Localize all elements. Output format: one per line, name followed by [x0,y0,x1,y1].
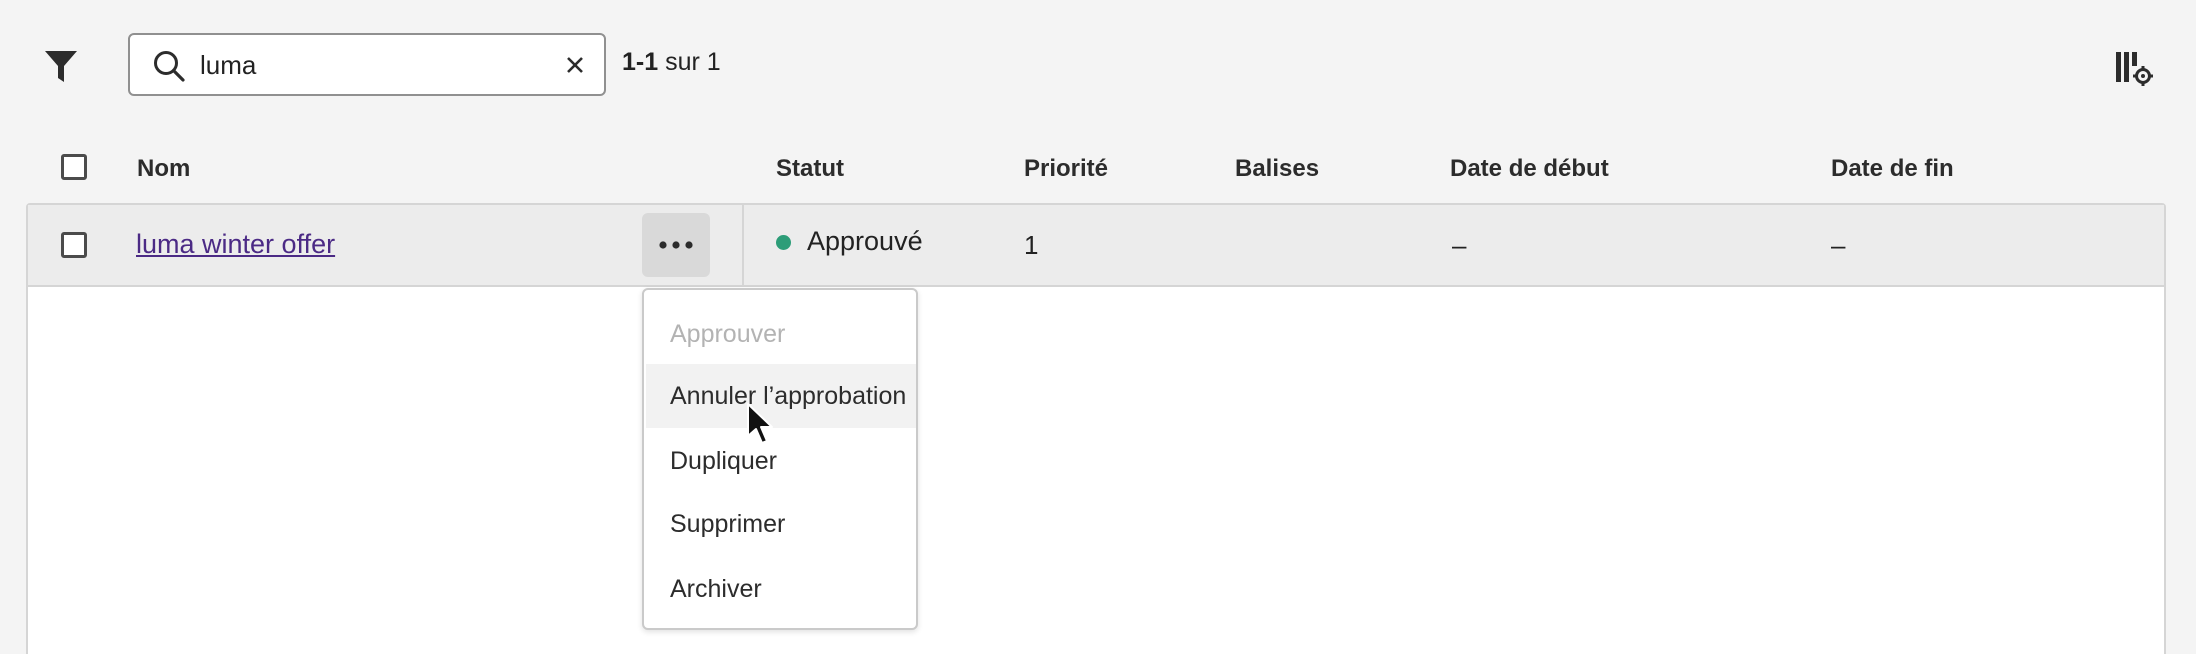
clear-search-icon[interactable] [564,54,586,76]
column-header-end-date[interactable]: Date de fin [1831,155,1954,183]
start-date-value: – [1452,230,1467,260]
priority-value: 1 [1024,230,1039,260]
menu-item-approve: Approuver [670,320,786,348]
menu-item-delete[interactable]: Supprimer [646,492,916,556]
result-count-total: sur 1 [658,48,721,76]
more-actions-button[interactable] [642,213,710,277]
column-header-priority[interactable]: Priorité [1024,155,1108,183]
end-date-value: – [1831,230,1846,260]
menu-item-cancel-approval[interactable]: Annuler l’approbation [646,364,916,428]
menu-item-duplicate[interactable]: Dupliquer [646,429,916,493]
row-checkbox[interactable] [61,232,87,258]
result-count-range: 1-1 [622,48,659,76]
actions-menu: Approuver Annuler l’approbation Duplique… [642,288,918,630]
more-icon [659,241,693,249]
mouse-cursor-icon [747,403,773,444]
search-field[interactable] [128,33,606,96]
result-count: 1-1 sur 1 [622,48,721,77]
offers-page: 1-1 sur 1 Nom Statut Priorité Balises Da… [0,0,2196,654]
search-icon [154,51,185,82]
status-value: Approuvé [807,226,923,256]
column-settings-icon[interactable] [2112,46,2154,88]
column-header-start-date[interactable]: Date de début [1450,155,1609,183]
menu-item-archive[interactable]: Archiver [646,557,916,621]
column-header-tags[interactable]: Balises [1235,155,1319,183]
status-indicator [776,235,791,250]
column-header-status[interactable]: Statut [776,155,844,183]
column-divider [742,205,744,285]
search-input[interactable] [200,45,530,85]
filter-icon [45,51,77,82]
filter-button[interactable] [42,48,80,86]
select-all-checkbox[interactable] [61,154,87,180]
column-header-name[interactable]: Nom [137,155,190,183]
offer-name-link[interactable]: luma winter offer [136,229,335,260]
